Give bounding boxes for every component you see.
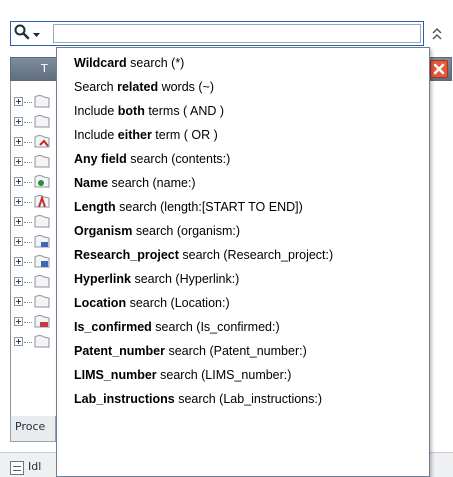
expand-icon[interactable] <box>14 117 23 126</box>
menu-item-related-words-search[interactable]: Search related words (~) <box>57 77 429 101</box>
menu-item-organism-search[interactable]: Organism search (organism:) <box>57 221 429 245</box>
menu-item-include-both-terms[interactable]: Include both terms ( AND ) <box>57 101 429 125</box>
expand-icon[interactable] <box>14 257 23 266</box>
tree-node[interactable] <box>14 94 58 110</box>
close-icon <box>431 62 447 81</box>
processes-tab[interactable]: Proce <box>10 416 56 442</box>
table-folder-icon <box>32 314 54 330</box>
menu-item-research-project-search[interactable]: Research_project search (Research_projec… <box>57 245 429 269</box>
folder-icon <box>32 94 54 110</box>
app-window: T Proce Idl Wildcard search (*) Search r… <box>0 0 453 477</box>
folder-icon <box>32 214 54 230</box>
expand-icon[interactable] <box>14 297 23 306</box>
tree-node[interactable] <box>14 334 58 350</box>
sequence-folder-icon <box>32 134 54 150</box>
alignment-folder-icon <box>32 194 54 210</box>
tree-node[interactable] <box>14 114 58 130</box>
menu-item-hyperlink-search[interactable]: Hyperlink search (Hyperlink:) <box>57 269 429 293</box>
expand-icon[interactable] <box>14 217 23 226</box>
search-magnifier-icon <box>13 23 31 45</box>
menu-item-include-either-term[interactable]: Include either term ( OR ) <box>57 125 429 149</box>
menu-item-is-confirmed-search[interactable]: Is_confirmed search (Is_confirmed:) <box>57 317 429 341</box>
tree-node[interactable] <box>14 234 58 250</box>
tree-node[interactable] <box>14 254 58 270</box>
menu-item-patent-number-search[interactable]: Patent_number search (Patent_number:) <box>57 341 429 365</box>
menu-item-location-search[interactable]: Location search (Location:) <box>57 293 429 317</box>
tree-node[interactable] <box>14 274 58 290</box>
menu-item-lims-number-search[interactable]: LIMS_number search (LIMS_number:) <box>57 365 429 389</box>
folder-icon <box>32 334 54 350</box>
expand-icon[interactable] <box>14 157 23 166</box>
collapse-button[interactable] <box>430 24 444 44</box>
status-text: Idl <box>28 460 42 473</box>
menu-item-name-search[interactable]: Name search (name:) <box>57 173 429 197</box>
blue-document-folder-icon <box>32 234 54 250</box>
double-chevron-up-icon <box>430 27 444 48</box>
menu-item-wildcard-search[interactable]: Wildcard search (*) <box>57 53 429 77</box>
expand-icon[interactable] <box>14 317 23 326</box>
expand-icon[interactable] <box>14 337 23 346</box>
menu-item-any-field-search[interactable]: Any field search (contents:) <box>57 149 429 173</box>
dropdown-arrow-icon <box>32 24 41 43</box>
folder-icon <box>32 114 54 130</box>
expand-icon[interactable] <box>14 97 23 106</box>
search-options-menu: Wildcard search (*) Search related words… <box>56 47 430 477</box>
folder-icon <box>32 154 54 170</box>
workflow-folder-icon <box>32 174 54 190</box>
tree-node[interactable] <box>14 194 58 210</box>
expand-icon[interactable] <box>14 177 23 186</box>
expand-icon[interactable] <box>14 137 23 146</box>
search-options-button[interactable] <box>13 24 47 43</box>
expand-icon[interactable] <box>14 277 23 286</box>
expand-icon[interactable] <box>14 237 23 246</box>
expand-icon[interactable] <box>14 197 23 206</box>
panel-close-button[interactable] <box>430 60 448 78</box>
menu-item-lab-instructions-search[interactable]: Lab_instructions search (Lab_instruction… <box>57 389 429 413</box>
search-box <box>10 21 424 46</box>
tree-node[interactable] <box>14 154 58 170</box>
blue-document-folder-icon <box>32 254 54 270</box>
folder-icon <box>32 274 54 290</box>
status-panel-icon[interactable] <box>10 461 24 475</box>
panel-title: T <box>41 62 48 75</box>
folder-icon <box>32 294 54 310</box>
tree-node[interactable] <box>14 314 58 330</box>
search-input[interactable] <box>53 24 421 43</box>
tree-node[interactable] <box>14 174 58 190</box>
tree-node[interactable] <box>14 294 58 310</box>
tree-node[interactable] <box>14 214 58 230</box>
tree-node[interactable] <box>14 134 58 150</box>
menu-item-length-search[interactable]: Length search (length:[START TO END]) <box>57 197 429 221</box>
search-toolbar <box>0 0 453 46</box>
